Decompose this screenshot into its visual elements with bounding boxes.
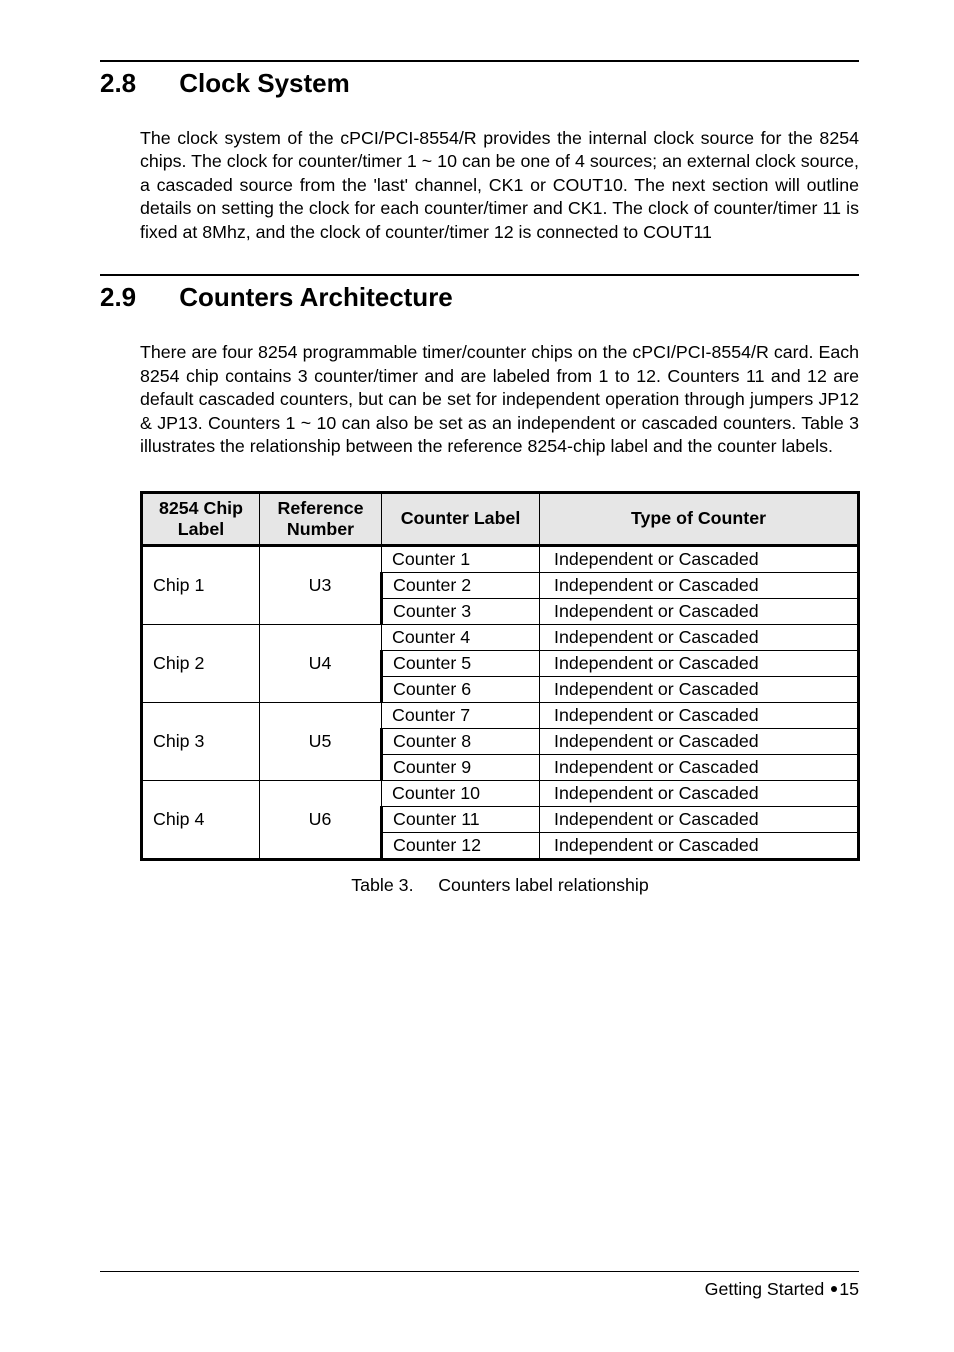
cell-counter: Counter 5 [382, 650, 540, 676]
header-type: Type of Counter [540, 492, 859, 545]
section-2-9-body: There are four 8254 programmable timer/c… [140, 341, 859, 458]
cell-type: Independent or Cascaded [540, 624, 859, 650]
section-number: 2.9 [100, 282, 172, 313]
header-chip: 8254 Chip Label [142, 492, 260, 545]
cell-type: Independent or Cascaded [540, 806, 859, 832]
section-divider [100, 274, 859, 276]
cell-type: Independent or Cascaded [540, 754, 859, 780]
cell-type: Independent or Cascaded [540, 598, 859, 624]
cell-ref: U6 [260, 780, 382, 859]
cell-counter: Counter 6 [382, 676, 540, 702]
cell-counter: Counter 7 [382, 702, 540, 728]
section-heading-2-9: 2.9 Counters Architecture [100, 282, 859, 313]
table-row: Chip 2U4Counter 4Independent or Cascaded [142, 624, 859, 650]
section-title: Clock System [179, 68, 350, 98]
bullet-icon [831, 1286, 837, 1292]
section-2-8-body: The clock system of the cPCI/PCI-8554/R … [140, 127, 859, 244]
page-footer: Getting Started 15 [705, 1279, 859, 1300]
cell-ref: U3 [260, 545, 382, 624]
cell-chip: Chip 1 [142, 545, 260, 624]
section-divider [100, 60, 859, 62]
cell-type: Independent or Cascaded [540, 545, 859, 572]
cell-ref: U4 [260, 624, 382, 702]
header-ref: Reference Number [260, 492, 382, 545]
cell-counter: Counter 4 [382, 624, 540, 650]
footer-page: 15 [839, 1279, 859, 1299]
table-caption: Table 3. Counters label relationship [140, 875, 860, 896]
footer-text: Getting Started [705, 1279, 825, 1299]
cell-counter: Counter 10 [382, 780, 540, 806]
cell-type: Independent or Cascaded [540, 832, 859, 859]
cell-counter: Counter 8 [382, 728, 540, 754]
header-counter: Counter Label [382, 492, 540, 545]
footer-divider [100, 1271, 859, 1273]
cell-counter: Counter 12 [382, 832, 540, 859]
table-row: Chip 4U6Counter 10Independent or Cascade… [142, 780, 859, 806]
caption-text: Counters label relationship [438, 875, 649, 895]
caption-label: Table 3. [351, 875, 413, 895]
cell-chip: Chip 3 [142, 702, 260, 780]
section-heading-2-8: 2.8 Clock System [100, 68, 859, 99]
cell-counter: Counter 2 [382, 572, 540, 598]
cell-ref: U5 [260, 702, 382, 780]
cell-type: Independent or Cascaded [540, 780, 859, 806]
table-header-row: 8254 Chip Label Reference Number Counter… [142, 492, 859, 545]
cell-type: Independent or Cascaded [540, 702, 859, 728]
cell-type: Independent or Cascaded [540, 728, 859, 754]
cell-type: Independent or Cascaded [540, 572, 859, 598]
table-row: Chip 1U3Counter 1Independent or Cascaded [142, 545, 859, 572]
counters-table: 8254 Chip Label Reference Number Counter… [140, 491, 860, 861]
cell-chip: Chip 4 [142, 780, 260, 859]
cell-type: Independent or Cascaded [540, 676, 859, 702]
cell-counter: Counter 3 [382, 598, 540, 624]
cell-counter: Counter 1 [382, 545, 540, 572]
section-number: 2.8 [100, 68, 172, 99]
cell-counter: Counter 11 [382, 806, 540, 832]
section-title: Counters Architecture [179, 282, 453, 312]
cell-type: Independent or Cascaded [540, 650, 859, 676]
cell-counter: Counter 9 [382, 754, 540, 780]
cell-chip: Chip 2 [142, 624, 260, 702]
table-row: Chip 3U5Counter 7Independent or Cascaded [142, 702, 859, 728]
